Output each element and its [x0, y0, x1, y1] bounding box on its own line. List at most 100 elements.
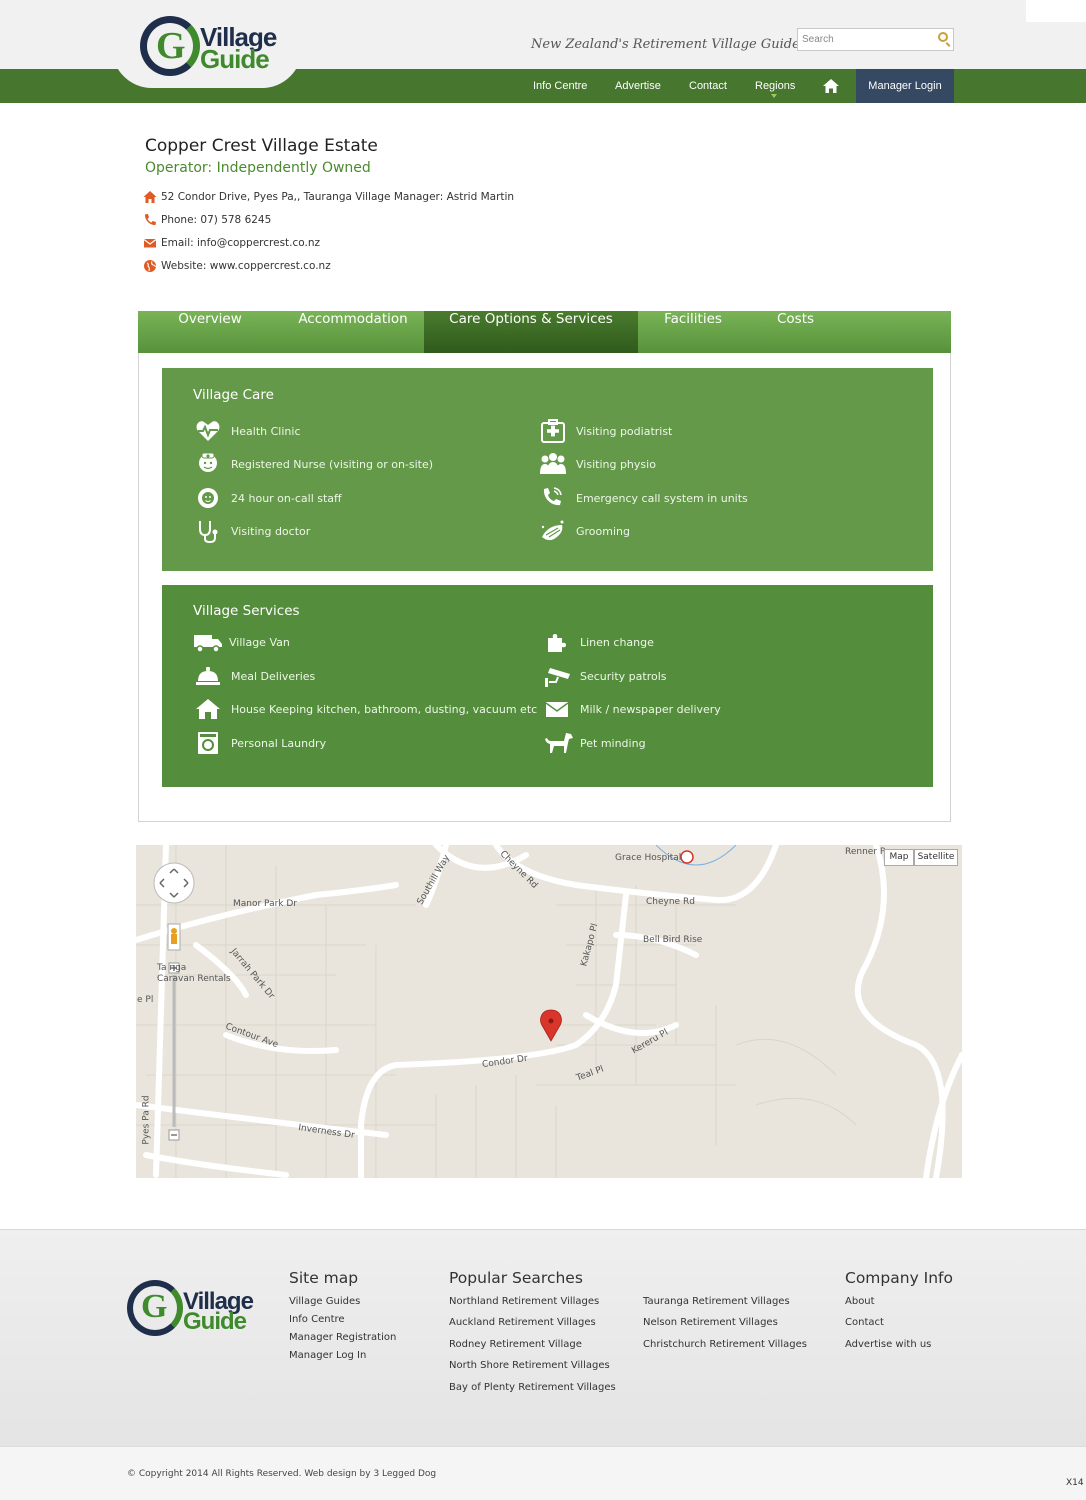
search-input[interactable]: Search [797, 28, 954, 51]
map-label: Caravan Rentals [157, 974, 231, 984]
house-keeping-icon [196, 699, 220, 719]
sitemap-link[interactable]: Manager Registration [289, 1332, 396, 1343]
sitemap-title: Site map [289, 1269, 359, 1287]
nav-info-centre[interactable]: Info Centre [533, 69, 587, 103]
house-icon [143, 191, 157, 203]
village-services-title: Village Services [193, 603, 300, 619]
care-item: Visiting physio [540, 452, 656, 476]
sitemap-link[interactable]: Manager Log In [289, 1350, 366, 1361]
popular-searches-title: Popular Searches [449, 1269, 583, 1287]
map-type-map-button[interactable]: Map [884, 849, 914, 866]
nav-advertise[interactable]: Advertise [615, 69, 661, 103]
service-item: Security patrols [544, 664, 667, 688]
village-address: 52 Condor Drive, Pyes Pa,, Tauranga Vill… [161, 191, 515, 203]
popular-link[interactable]: Bay of Plenty Retirement Villages [449, 1382, 616, 1393]
care-item: 24 hour on-call staff [195, 486, 342, 510]
address-row: 52 Condor Drive, Pyes Pa,, Tauranga Vill… [143, 189, 514, 205]
operator-headset-icon [198, 488, 218, 508]
first-aid-kit-icon [541, 419, 565, 443]
popular-link[interactable]: Nelson Retirement Villages [643, 1317, 778, 1328]
map-label: Pyes Pa Rd [141, 1095, 152, 1145]
physio-people-icon [540, 453, 566, 474]
location-map[interactable]: Grace Hospital Renner P Manor Park Dr So… [136, 845, 962, 1178]
popular-link[interactable]: North Shore Retirement Villages [449, 1360, 610, 1371]
tab-costs[interactable]: Costs [748, 311, 843, 353]
service-item: Personal Laundry [195, 731, 326, 755]
village-email[interactable]: Email: info@coppercrest.co.nz [161, 237, 320, 249]
sitemap-link[interactable]: Info Centre [289, 1314, 345, 1325]
nurse-icon [199, 452, 217, 472]
village-phone: Phone: 07) 578 6245 [161, 214, 272, 226]
tab-bar: Overview Accommodation Care Options & Se… [138, 311, 951, 353]
popular-link[interactable]: Tauranga Retirement Villages [643, 1296, 790, 1307]
tab-accommodation[interactable]: Accommodation [282, 311, 424, 353]
popular-link[interactable]: Auckland Retirement Villages [449, 1317, 596, 1328]
globe-icon [144, 260, 157, 272]
search-placeholder: Search [802, 34, 834, 45]
company-link-about[interactable]: About [845, 1296, 875, 1307]
manager-login-button[interactable]: Manager Login [856, 69, 954, 103]
logo-word-guide: Guide [200, 44, 270, 74]
map-label: Manor Park Dr [233, 899, 297, 909]
heartbeat-icon [196, 421, 220, 441]
stethoscope-icon [199, 521, 218, 543]
tab-overview[interactable]: Overview [138, 311, 282, 353]
village-website[interactable]: Website: www.coppercrest.co.nz [161, 260, 331, 272]
map-label: Cheyne Rd [646, 897, 695, 907]
service-item: House Keeping kitchen, bathroom, dusting… [195, 697, 537, 721]
washing-machine-icon [198, 732, 218, 754]
service-item: Milk / newspaper delivery [544, 697, 721, 721]
map-label: Renner P [845, 847, 886, 857]
sitemap-link[interactable]: Village Guides [289, 1296, 360, 1307]
mail-envelope-icon [545, 702, 569, 717]
tab-care-options-services[interactable]: Care Options & Services [424, 311, 638, 353]
home-icon[interactable] [822, 78, 840, 94]
site-tagline: New Zealand's Retirement Village Guide [531, 37, 800, 52]
map-roads [136, 845, 962, 1178]
popular-link[interactable]: Christchurch Retirement Villages [643, 1339, 807, 1350]
search-icon[interactable] [938, 32, 948, 42]
linen-puzzle-icon [548, 634, 566, 652]
header-corner [1026, 0, 1086, 22]
site-logo[interactable]: G Village Guide [138, 14, 288, 80]
dog-icon [545, 733, 573, 753]
map-label: Bell Bird Rise [643, 935, 703, 945]
map-type-satellite-button[interactable]: Satellite [914, 849, 958, 866]
footer-logo[interactable]: G Village Guide [127, 1278, 267, 1340]
nav-contact[interactable]: Contact [689, 69, 727, 103]
company-link-contact[interactable]: Contact [845, 1317, 884, 1328]
village-care-title: Village Care [193, 387, 274, 403]
phone-icon [144, 214, 156, 226]
map-label: e Pl [137, 995, 154, 1005]
company-info-title: Company Info [845, 1269, 954, 1287]
map-label: Grace Hospital [615, 853, 682, 863]
security-camera-icon [545, 668, 570, 687]
regions-caret-icon [771, 94, 777, 98]
popular-link[interactable]: Rodney Retirement Village [449, 1339, 582, 1350]
care-item: Registered Nurse (visiting or on-site) [195, 452, 433, 476]
service-item: Meal Deliveries [195, 664, 315, 688]
tab-facilities[interactable]: Facilities [638, 311, 748, 353]
care-item: Health Clinic [195, 419, 301, 443]
footer-logo-word-guide: Guide [183, 1308, 247, 1335]
envelope-icon [143, 239, 157, 248]
copyright-text: © Copyright 2014 All Rights Reserved. We… [127, 1469, 437, 1479]
service-item: Village Van [193, 630, 290, 654]
website-row[interactable]: Website: www.coppercrest.co.nz [143, 258, 331, 274]
service-item: Pet minding [544, 731, 646, 755]
care-item: Grooming [540, 519, 630, 543]
map-label: Ta nga [157, 963, 187, 973]
village-care-section: Village Care Health Clinic Registered Nu… [162, 368, 933, 571]
popular-link[interactable]: Northland Retirement Villages [449, 1296, 599, 1307]
company-link-advertise[interactable]: Advertise with us [845, 1339, 931, 1350]
van-icon [194, 635, 222, 653]
logo-letter: G [156, 25, 186, 67]
phone-row: Phone: 07) 578 6245 [143, 212, 271, 228]
village-name: Copper Crest Village Estate [145, 136, 378, 156]
corner-mark: X14 [1066, 1478, 1084, 1488]
email-row[interactable]: Email: info@coppercrest.co.nz [143, 235, 320, 251]
grooming-icon [541, 520, 564, 541]
care-item: Visiting podiatrist [540, 419, 672, 443]
care-item: Emergency call system in units [540, 486, 748, 510]
meal-cloche-icon [196, 667, 220, 685]
